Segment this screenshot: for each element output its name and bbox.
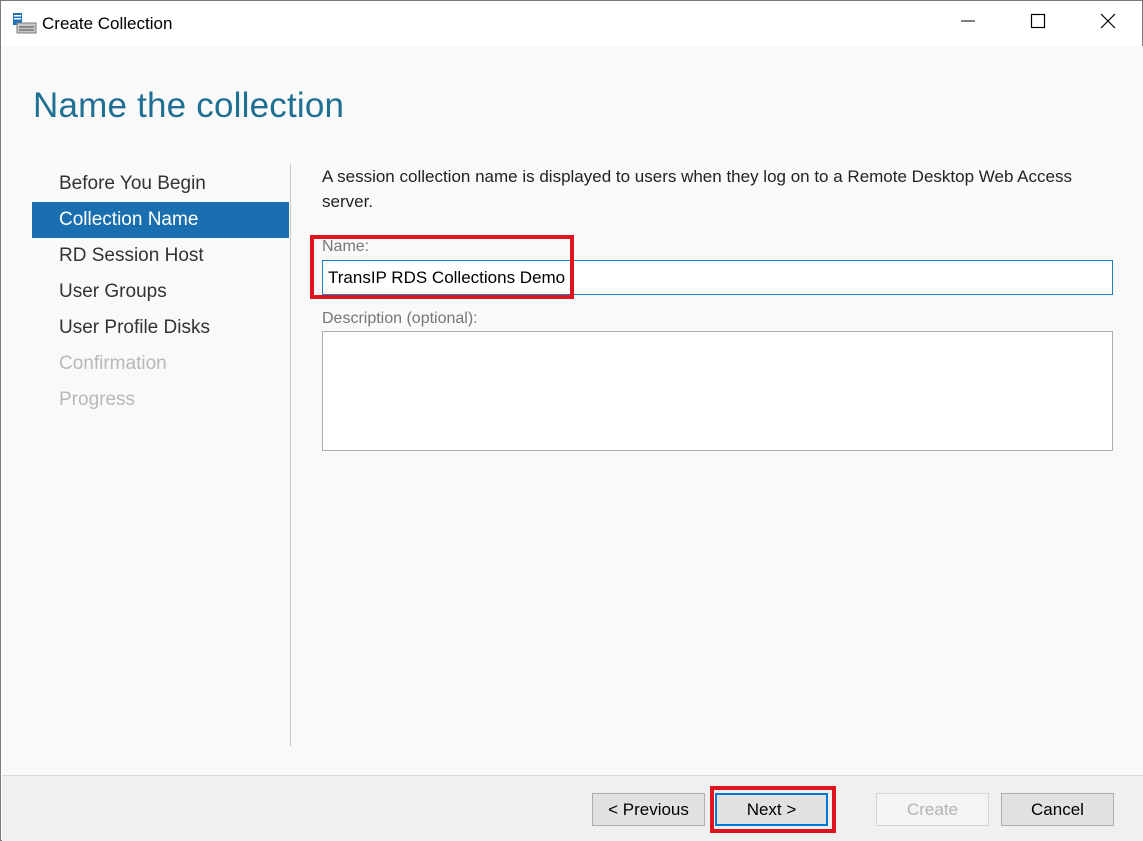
server-manager-icon <box>13 13 37 35</box>
nav-item-rd-session-host[interactable]: RD Session Host <box>32 238 289 274</box>
wizard-footer: < Previous Next > Create Cancel <box>2 775 1143 841</box>
nav-item-user-profile-disks[interactable]: User Profile Disks <box>32 310 289 346</box>
nav-item-confirmation: Confirmation <box>59 353 167 374</box>
nav-item-user-groups[interactable]: User Groups <box>32 274 289 310</box>
name-label: Name: <box>322 238 370 255</box>
previous-button[interactable]: < Previous <box>592 793 705 826</box>
maximize-button[interactable] <box>1003 1 1073 46</box>
cancel-button[interactable]: Cancel <box>1001 793 1114 826</box>
window-title: Create Collection <box>42 14 173 33</box>
maximize-icon <box>1030 13 1046 34</box>
wizard-content: Name the collection Before You Begin Col… <box>2 46 1143 775</box>
create-button: Create <box>876 793 989 826</box>
minimize-button[interactable] <box>933 1 1003 46</box>
create-collection-window: Create Collection Name the collection Be… <box>0 0 1143 841</box>
collection-name-input[interactable] <box>322 260 1113 295</box>
close-icon <box>1100 13 1116 34</box>
nav-item-collection-name[interactable]: Collection Name <box>32 202 289 238</box>
nav-divider <box>290 164 291 746</box>
description-textarea[interactable] <box>322 331 1113 451</box>
wizard-nav: Before You Begin Collection Name RD Sess… <box>32 166 289 418</box>
minimize-icon <box>960 13 976 34</box>
nav-item-progress: Progress <box>59 389 136 410</box>
next-button[interactable]: Next > <box>715 793 828 826</box>
description-label: Description (optional): <box>322 310 478 327</box>
close-button[interactable] <box>1073 1 1143 46</box>
nav-item-before-you-begin[interactable]: Before You Begin <box>32 166 289 202</box>
title-bar[interactable]: Create Collection <box>1 1 1142 46</box>
page-title: Name the collection <box>33 86 345 125</box>
page-description: A session collection name is displayed t… <box>322 167 1072 211</box>
